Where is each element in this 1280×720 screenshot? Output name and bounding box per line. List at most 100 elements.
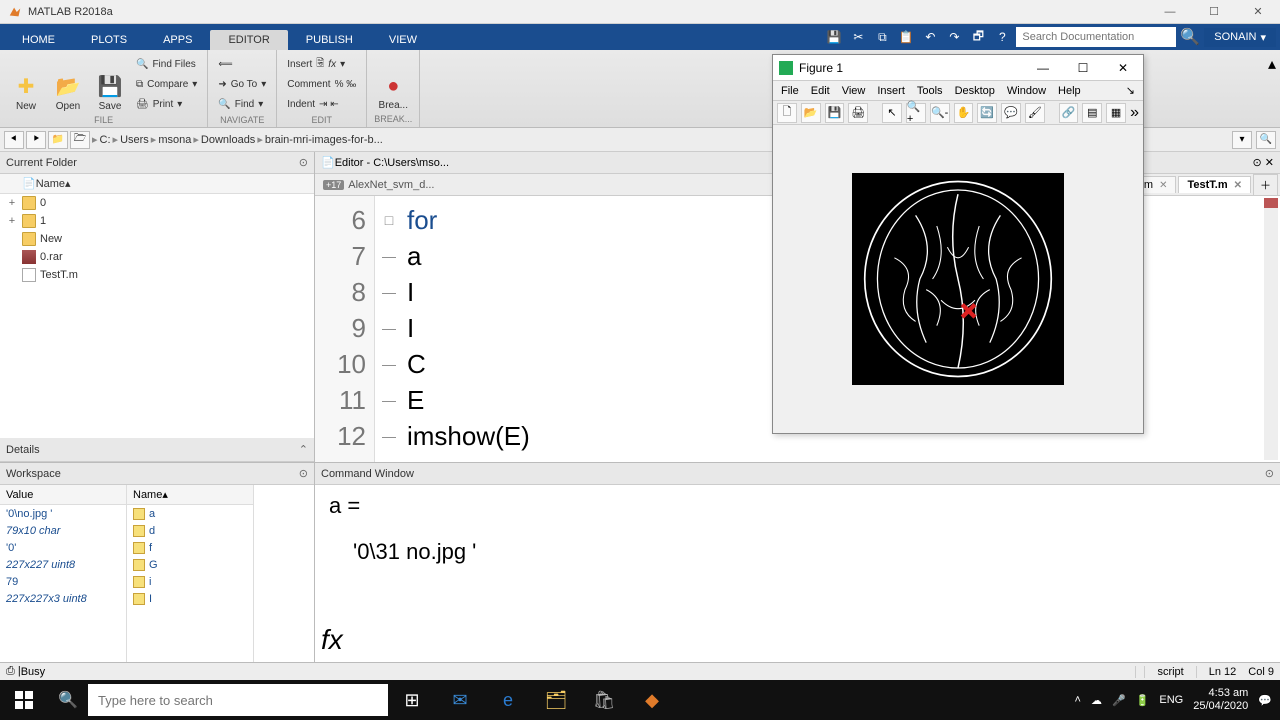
menu-view[interactable]: View <box>842 85 866 97</box>
find-button[interactable]: 🔍 Find ▾ <box>214 94 270 114</box>
open-figure-icon[interactable]: 📂 <box>801 103 821 123</box>
tab-view[interactable]: VIEW <box>371 30 435 50</box>
path-dropdown-button[interactable]: ▾ <box>1232 131 1252 149</box>
insert-button[interactable]: Insert 🗟 fx ▾ <box>283 54 360 74</box>
workspace-table[interactable]: Value '0\no.jpg ' 79x10 char '0' 227x227… <box>0 485 314 662</box>
editor-tab[interactable]: TestT.m✕ <box>1178 176 1251 193</box>
workspace-row: '0\no.jpg ' <box>0 505 126 522</box>
menu-file[interactable]: File <box>781 85 799 97</box>
user-menu[interactable]: SONAIN ▾ <box>1204 28 1276 47</box>
save-button[interactable]: 💾Save <box>90 54 130 114</box>
brush-icon[interactable]: 🖌 <box>1025 103 1045 123</box>
menu-insert[interactable]: Insert <box>877 85 905 97</box>
current-folder-tree[interactable]: 📄 Name ▴ +0 +1 New 0.rar TestT.m <box>0 174 314 438</box>
menu-edit[interactable]: Edit <box>811 85 830 97</box>
copy-icon[interactable]: ⧉ <box>872 27 892 47</box>
figure-minimize-button[interactable]: — <box>1023 55 1063 81</box>
menu-tools[interactable]: Tools <box>917 85 943 97</box>
pointer-icon[interactable]: ↖ <box>882 103 902 123</box>
close-tab-icon[interactable]: ✕ <box>1159 180 1167 191</box>
menu-desktop[interactable]: Desktop <box>955 85 995 97</box>
colorbar-icon[interactable]: ▤ <box>1082 103 1102 123</box>
brain-mri-edge-image <box>852 173 1064 385</box>
rotate-icon[interactable]: 🔄 <box>977 103 997 123</box>
breakpoints-button[interactable]: ●Brea... <box>373 54 413 113</box>
compare-button[interactable]: ⧉ Compare ▾ <box>132 74 201 94</box>
link-icon[interactable]: 🔗 <box>1059 103 1079 123</box>
save-figure-icon[interactable]: 💾 <box>825 103 845 123</box>
tab-apps[interactable]: APPS <box>145 30 210 50</box>
new-button[interactable]: ✚New <box>6 54 46 114</box>
back-nav-button[interactable]: ⯇ <box>4 131 24 149</box>
current-folder-menu-icon[interactable]: ⊙ <box>299 156 308 169</box>
zoomout-icon[interactable]: 🔍- <box>930 103 950 123</box>
tray-onedrive-icon[interactable]: ☁ <box>1091 694 1102 707</box>
mail-app-icon[interactable]: ✉ <box>436 680 484 720</box>
pan-icon[interactable]: ✋ <box>954 103 974 123</box>
tray-notifications-icon[interactable]: 💬 <box>1258 694 1272 707</box>
tray-battery-icon[interactable]: 🔋 <box>1136 694 1150 707</box>
explorer-app-icon[interactable]: 🗂 <box>532 680 580 720</box>
indent-button[interactable]: Indent ⇥ ⇤ <box>283 94 360 114</box>
figure-close-button[interactable]: ✕ <box>1103 55 1143 81</box>
tray-clock[interactable]: 4:53 am25/04/2020 <box>1193 687 1248 713</box>
help-icon[interactable]: ? <box>992 27 1012 47</box>
browse-nav-button[interactable]: 🗁 <box>70 131 90 149</box>
close-tab-icon[interactable]: ✕ <box>1234 180 1242 191</box>
comment-button[interactable]: Comment % ‰ <box>283 74 360 94</box>
legend-icon[interactable]: ▦ <box>1106 103 1126 123</box>
find-files-button[interactable]: 🔍 Find Files <box>132 54 201 74</box>
workspace-menu-icon[interactable]: ⊙ <box>299 467 308 480</box>
open-button[interactable]: 📂Open <box>48 54 88 114</box>
collapse-toolstrip-icon[interactable]: ▴ <box>1264 50 1280 127</box>
close-button[interactable]: ✕ <box>1236 0 1280 24</box>
back-button[interactable]: ⟸ <box>214 54 270 74</box>
search-documentation-input[interactable] <box>1016 27 1176 47</box>
figure-maximize-button[interactable]: ☐ <box>1063 55 1103 81</box>
command-window[interactable]: a = '0\31 no.jpg ' fx <box>315 485 1280 662</box>
forward-nav-button[interactable]: ⯈ <box>26 131 46 149</box>
figure-axes[interactable] <box>773 125 1143 433</box>
fold-gutter[interactable]: □—————— <box>375 196 403 462</box>
switch-windows-icon[interactable]: 🗗 <box>968 27 988 47</box>
start-button[interactable] <box>0 680 48 720</box>
zoomin-icon[interactable]: 🔍+ <box>906 103 926 123</box>
edge-app-icon[interactable]: e <box>484 680 532 720</box>
menu-help[interactable]: Help <box>1058 85 1081 97</box>
redo-icon[interactable]: ↷ <box>944 27 964 47</box>
command-menu-icon[interactable]: ⊙ <box>1265 467 1274 480</box>
tab-plots[interactable]: PLOTS <box>73 30 145 50</box>
minimize-button[interactable]: — <box>1148 0 1192 24</box>
figure-titlebar[interactable]: Figure 1 — ☐ ✕ <box>773 55 1143 81</box>
print-figure-icon[interactable]: 🖨 <box>848 103 868 123</box>
datatip-icon[interactable]: 💬 <box>1001 103 1021 123</box>
maximize-button[interactable]: ☐ <box>1192 0 1236 24</box>
up-nav-button[interactable]: 📁 <box>48 131 68 149</box>
tab-editor[interactable]: EDITOR <box>210 30 287 50</box>
tray-mic-icon[interactable]: 🎤 <box>1112 694 1126 707</box>
figure-window[interactable]: Figure 1 — ☐ ✕ File Edit View Insert Too… <box>772 54 1144 434</box>
save-quick-icon[interactable]: 💾 <box>824 27 844 47</box>
editor-undock-icon[interactable]: ⊙ ✕ <box>1253 156 1275 169</box>
cut-icon[interactable]: ✂ <box>848 27 868 47</box>
tray-lang[interactable]: ENG <box>1159 694 1183 706</box>
print-button[interactable]: 🖨 Print ▾ <box>132 94 201 114</box>
matlab-app-icon[interactable]: ◆ <box>628 680 676 720</box>
paste-icon[interactable]: 📋 <box>896 27 916 47</box>
store-app-icon[interactable]: 🛍 <box>580 680 628 720</box>
undo-icon[interactable]: ↶ <box>920 27 940 47</box>
menu-window[interactable]: Window <box>1007 85 1046 97</box>
goto-button[interactable]: ➜ Go To ▾ <box>214 74 270 94</box>
breadcrumb[interactable]: ▸ C:▸ Users▸ msona▸ Downloads▸ brain-mri… <box>92 133 383 146</box>
editor-scrollbar[interactable] <box>1264 198 1278 460</box>
task-view-icon[interactable]: ⊞ <box>388 680 436 720</box>
add-tab-button[interactable]: ＋ <box>1253 174 1278 195</box>
new-figure-icon[interactable]: 🗋 <box>777 103 797 123</box>
tray-chevron-icon[interactable]: ˄ <box>1075 694 1081 706</box>
tab-publish[interactable]: PUBLISH <box>288 30 371 50</box>
search-path-button[interactable]: 🔍 <box>1256 131 1276 149</box>
tab-home[interactable]: HOME <box>4 30 73 50</box>
taskbar-search-input[interactable] <box>88 684 388 716</box>
details-header[interactable]: Details⌃ <box>0 438 314 462</box>
editor-subtab[interactable]: +17AlexNet_svm_d... <box>319 177 438 193</box>
